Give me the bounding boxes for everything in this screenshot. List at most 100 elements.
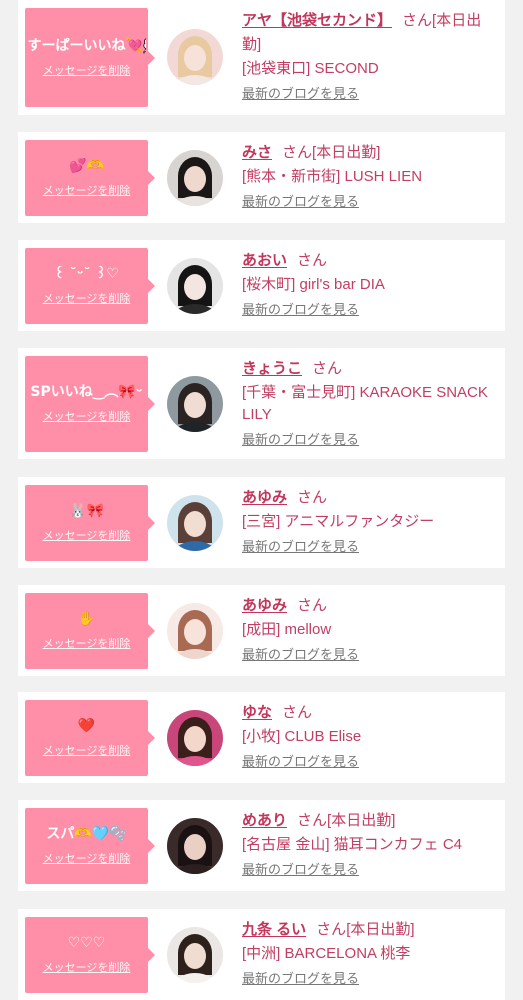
cast-name-line: あゆみ さん xyxy=(242,594,493,618)
message-card: ✋ メッセージを削除 あゆみ さん [成田] mellow 最新のブログを見る xyxy=(18,585,505,676)
avatar-photo xyxy=(167,258,223,314)
message-card: ❤️ メッセージを削除 ゆな さん [小牧] CLUB Elise 最新のブログを見る xyxy=(18,692,505,783)
avatar[interactable] xyxy=(167,818,223,874)
avatar-photo xyxy=(167,927,223,983)
bubble-message-text: スパ🫶🩵🫧 xyxy=(46,826,127,842)
shop-label: [熊本・新市街] LUSH LIEN xyxy=(242,168,423,185)
cast-name-link[interactable]: あゆみ xyxy=(242,489,287,506)
delete-message-link[interactable]: メッセージを削除 xyxy=(43,184,131,198)
cast-name-link[interactable]: あおい xyxy=(242,252,287,269)
honorific-label: さん xyxy=(297,252,328,269)
honorific-label: さん xyxy=(297,489,328,506)
avatar[interactable] xyxy=(167,927,223,983)
honorific-label: さん xyxy=(282,144,313,161)
avatar[interactable] xyxy=(167,376,223,432)
delete-message-link[interactable]: メッセージを削除 xyxy=(43,64,131,78)
shop-label: [成田] mellow xyxy=(242,621,332,638)
delete-message-link[interactable]: メッセージを削除 xyxy=(43,961,131,975)
message-bubble: ✋ メッセージを削除 xyxy=(25,593,155,669)
cast-name-link[interactable]: きょうこ xyxy=(242,360,302,377)
latest-blog-link[interactable]: 最新のブログを見る xyxy=(242,970,359,988)
message-card: ♡♡♡ メッセージを削除 九条 るい さん[本日出勤] [中洲] BARCELONA 桃… xyxy=(18,909,505,1000)
honorific-label: さん xyxy=(297,597,328,614)
latest-blog-link[interactable]: 最新のブログを見る xyxy=(242,85,359,103)
cast-name-line: 九条 るい さん[本日出勤] xyxy=(242,918,493,942)
message-card: すーぱーいいね💘💭.. メッセージを削除 アヤ【池袋セカンド】さん[本日出勤] [池袋… xyxy=(18,0,505,115)
cast-name-link[interactable]: あゆみ xyxy=(242,597,287,614)
cast-info: 九条 るい さん[本日出勤] [中洲] BARCELONA 桃李 最新のブログを見る xyxy=(242,918,493,988)
honorific-label: さん xyxy=(316,921,347,938)
avatar-photo xyxy=(167,29,223,85)
latest-blog-link[interactable]: 最新のブログを見る xyxy=(242,301,359,319)
message-card: スパ🫶🩵🫧 メッセージを削除 めあり さん[本日出勤] [名古屋 金山] 猫耳コンカフェ… xyxy=(18,800,505,891)
cast-info: あゆみ さん [三宮] アニマルファンタジー 最新のブログを見る xyxy=(242,486,493,556)
cast-info: きょうこ さん [千葉・富士見町] KARAOKE SNACK LILY 最新のブログ… xyxy=(242,357,493,449)
delete-message-link[interactable]: メッセージを削除 xyxy=(43,852,131,866)
cast-name-line: みさ さん[本日出勤] xyxy=(242,141,493,165)
latest-blog-link[interactable]: 最新のブログを見る xyxy=(242,646,359,664)
honorific-label: さん xyxy=(312,360,343,377)
avatar[interactable] xyxy=(167,710,223,766)
avatar[interactable] xyxy=(167,495,223,551)
cast-name-line: あゆみ さん xyxy=(242,486,493,510)
cast-name-link[interactable]: ゆな xyxy=(242,704,272,721)
cast-name-link[interactable]: めあり xyxy=(242,812,287,829)
cast-name-line: アヤ【池袋セカンド】 さん[本日出勤] xyxy=(242,9,493,57)
message-bubble: ❤️ メッセージを削除 xyxy=(25,700,155,776)
message-card: 💕🫶 メッセージを削除 みさ さん[本日出勤] [熊本・新市街] LUSH LIEN 最新… xyxy=(18,132,505,223)
message-bubble: スパ🫶🩵🫧 メッセージを削除 xyxy=(25,808,155,884)
bubble-message-text: すーぱーいいね💘💭.. xyxy=(27,37,146,54)
latest-blog-link[interactable]: 最新のブログを見る xyxy=(242,431,359,449)
bubble-message-text: 🐰🎀 xyxy=(69,503,104,519)
shop-label: [桜木町] girl's bar DIA xyxy=(242,276,385,293)
cast-info: アヤ【池袋セカンド】 さん[本日出勤] [池袋東口] SECOND 最新のブログを見る xyxy=(242,9,493,103)
latest-blog-link[interactable]: 最新のブログを見る xyxy=(242,753,359,771)
delete-message-link[interactable]: メッセージを削除 xyxy=(43,529,131,543)
message-card: 🐰🎀 メッセージを削除 あゆみ さん [三宮] アニマルファンタジー 最新のブログを見る xyxy=(18,477,505,568)
avatar-photo xyxy=(167,376,223,432)
message-list: すーぱーいいね💘💭..メッセージを削除アヤ【池袋セカンド】さん[本日出勤][池袋… xyxy=(0,0,523,1000)
avatar-photo xyxy=(167,150,223,206)
honorific-label: さん xyxy=(402,12,433,29)
today-badge: [本日出勤] xyxy=(327,812,396,829)
delete-message-link[interactable]: メッセージを削除 xyxy=(43,292,131,306)
cast-name-line: めあり さん[本日出勤] xyxy=(242,809,493,833)
shop-label: [中洲] BARCELONA 桃李 xyxy=(242,945,411,962)
latest-blog-link[interactable]: 最新のブログを見る xyxy=(242,193,359,211)
avatar[interactable] xyxy=(167,29,223,85)
avatar[interactable] xyxy=(167,150,223,206)
today-badge: [本日出勤] xyxy=(346,921,415,938)
bubble-message-text: 💕🫶 xyxy=(69,158,104,174)
bubble-message-text: ꒰ ˘ᵕ˘ ꒱♡ xyxy=(53,266,119,282)
bubble-message-text: ❤️ xyxy=(77,718,96,734)
latest-blog-link[interactable]: 最新のブログを見る xyxy=(242,538,359,556)
bubble-message-text: SPいいね‿︵🎀ᵕ xyxy=(30,384,143,400)
message-bubble: ♡♡♡ メッセージを削除 xyxy=(25,917,155,993)
delete-message-link[interactable]: メッセージを削除 xyxy=(43,744,131,758)
honorific-label: さん xyxy=(282,704,313,721)
shop-label: [名古屋 金山] 猫耳コンカフェ C4 xyxy=(242,836,463,853)
cast-name-line: きょうこ さん xyxy=(242,357,493,381)
honorific-label: さん xyxy=(297,812,328,829)
cast-name-link[interactable]: アヤ【池袋セカンド】 xyxy=(242,12,392,29)
cast-info: めあり さん[本日出勤] [名古屋 金山] 猫耳コンカフェ C4 最新のブログを見る xyxy=(242,809,493,879)
message-bubble: SPいいね‿︵🎀ᵕ メッセージを削除 xyxy=(25,356,155,452)
message-bubble: 🐰🎀 メッセージを削除 xyxy=(25,485,155,561)
avatar-photo xyxy=(167,710,223,766)
cast-info: あおい さん [桜木町] girl's bar DIA 最新のブログを見る xyxy=(242,249,493,319)
cast-name-link[interactable]: みさ xyxy=(242,144,272,161)
bubble-message-text: ✋ xyxy=(77,611,96,627)
avatar[interactable] xyxy=(167,603,223,659)
avatar[interactable] xyxy=(167,258,223,314)
avatar-photo xyxy=(167,818,223,874)
latest-blog-link[interactable]: 最新のブログを見る xyxy=(242,861,359,879)
cast-name-link[interactable]: 九条 るい xyxy=(242,921,306,938)
shop-label: [三宮] アニマルファンタジー xyxy=(242,513,435,530)
avatar-photo xyxy=(167,603,223,659)
delete-message-link[interactable]: メッセージを削除 xyxy=(43,637,131,651)
delete-message-link[interactable]: メッセージを削除 xyxy=(43,410,131,424)
cast-info: ゆな さん [小牧] CLUB Elise 最新のブログを見る xyxy=(242,701,493,771)
shop-label: [池袋東口] SECOND xyxy=(242,60,379,77)
cast-name-line: あおい さん xyxy=(242,249,493,273)
message-bubble: すーぱーいいね💘💭.. メッセージを削除 xyxy=(25,8,155,107)
